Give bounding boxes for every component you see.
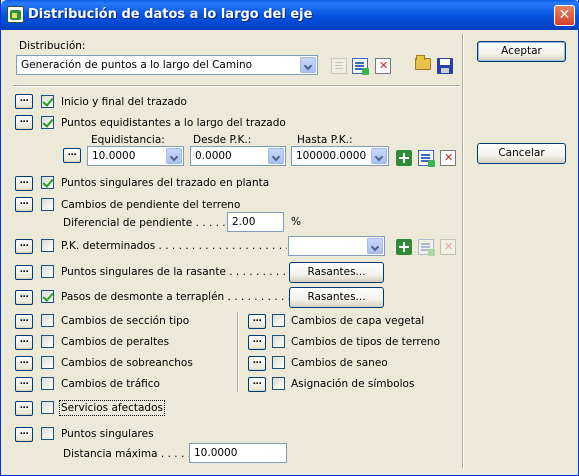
cambios-peraltes-label: Cambios de peraltes xyxy=(61,336,170,348)
open-folder-icon[interactable] xyxy=(415,55,431,70)
equidistancia-select[interactable]: 10.0000 xyxy=(87,146,184,166)
desmonte-terraplen-details-button[interactable]: ... xyxy=(15,290,33,305)
add-pk-icon[interactable] xyxy=(396,239,412,255)
save-icon[interactable] xyxy=(437,58,453,74)
cambios-pendiente-checkbox[interactable] xyxy=(41,198,54,211)
new-distribution-icon[interactable] xyxy=(331,58,347,74)
equidistancia-label: Equidistancia: xyxy=(91,134,165,146)
hasta-pk-label: Hasta P.K.: xyxy=(297,134,353,146)
cambios-pendiente-label: Cambios de pendiente del terreno xyxy=(61,199,241,211)
add-pk-range-icon[interactable] xyxy=(396,150,412,166)
delete-distribution-icon[interactable] xyxy=(375,58,391,74)
horizontal-divider xyxy=(13,85,460,87)
cambios-capa-vegetal-checkbox[interactable] xyxy=(272,314,285,327)
window-title: Distribución de datos a lo largo del eje xyxy=(28,7,313,22)
vertical-divider xyxy=(462,34,464,468)
cambios-sobreanchos-details-button[interactable]: ... xyxy=(15,356,33,371)
edit-pk-range-icon[interactable] xyxy=(418,150,435,167)
desde-pk-value: 0.0000 xyxy=(195,150,232,162)
column-divider xyxy=(237,312,239,392)
asignacion-simbolos-checkbox[interactable] xyxy=(272,377,285,390)
chevron-down-icon[interactable] xyxy=(300,57,316,73)
distribucion-selected-value: Generación de puntos a lo largo del Cami… xyxy=(21,59,253,71)
pk-determinados-label: P.K. determinados . . . . . . . . . . . … xyxy=(61,240,287,252)
puntos-singulares-details-button[interactable]: ... xyxy=(15,427,33,442)
singulares-planta-label: Puntos singulares del trazado en planta xyxy=(61,177,270,189)
aceptar-button[interactable]: Aceptar xyxy=(477,41,566,62)
rasantes-button-2[interactable]: Rasantes... xyxy=(289,287,384,308)
distribucion-select[interactable]: Generación de puntos a lo largo del Cami… xyxy=(16,55,318,75)
pk-determinados-checkbox[interactable] xyxy=(41,239,54,252)
inicio-final-label: Inicio y final del trazado xyxy=(61,96,187,108)
singulares-rasante-checkbox[interactable] xyxy=(41,265,54,278)
cambios-capa-vegetal-details-button[interactable]: ... xyxy=(248,314,266,329)
distribucion-label: Distribución: xyxy=(19,40,85,52)
app-icon xyxy=(7,6,24,23)
delete-pk-range-icon[interactable] xyxy=(440,150,456,166)
singulares-rasante-label: Puntos singulares de la rasante . . . . … xyxy=(61,266,293,278)
percent-unit: % xyxy=(291,216,301,228)
chevron-down-icon[interactable] xyxy=(371,148,387,164)
equidistantes-label: Puntos equidistantes a lo largo del traz… xyxy=(61,117,286,129)
cambios-trafico-checkbox[interactable] xyxy=(41,377,54,390)
dialog-window: Distribución de datos a lo largo del eje… xyxy=(0,0,579,476)
desde-pk-label: Desde P.K.: xyxy=(193,134,252,146)
cambios-seccion-checkbox[interactable] xyxy=(41,314,54,327)
chevron-down-icon[interactable] xyxy=(367,238,383,254)
cambios-trafico-label: Cambios de tráfico xyxy=(61,378,160,390)
chevron-down-icon[interactable] xyxy=(166,148,182,164)
equidistancia-details-button[interactable]: ... xyxy=(63,148,81,163)
cambios-saneo-checkbox[interactable] xyxy=(272,356,285,369)
close-button[interactable]: ✕ xyxy=(554,5,575,26)
cambios-peraltes-checkbox[interactable] xyxy=(41,335,54,348)
inicio-final-checkbox[interactable] xyxy=(41,95,54,108)
distancia-maxima-input[interactable]: 10.0000 xyxy=(189,443,287,463)
singulares-planta-checkbox[interactable] xyxy=(41,176,54,189)
servicios-afectados-details-button[interactable]: ... xyxy=(15,401,33,416)
equidistantes-checkbox[interactable] xyxy=(41,116,54,129)
equidistancia-value: 10.0000 xyxy=(92,150,136,162)
puntos-singulares-label: Puntos singulares xyxy=(61,428,154,440)
cambios-sobreanchos-checkbox[interactable] xyxy=(41,356,54,369)
cambios-seccion-label: Cambios de sección tipo xyxy=(61,315,190,327)
puntos-singulares-checkbox[interactable] xyxy=(41,427,54,440)
cambios-pendiente-details-button[interactable]: ... xyxy=(15,197,33,212)
equidistantes-details-button[interactable]: ... xyxy=(15,115,33,130)
cambios-seccion-details-button[interactable]: ... xyxy=(15,314,33,329)
cancelar-button[interactable]: Cancelar xyxy=(477,143,566,164)
cambios-trafico-details-button[interactable]: ... xyxy=(15,377,33,392)
chevron-down-icon[interactable] xyxy=(268,148,284,164)
delete-pk-icon[interactable] xyxy=(440,239,456,255)
diferencial-pendiente-input[interactable]: 2.00 xyxy=(227,212,284,232)
pk-determinados-select[interactable] xyxy=(288,236,385,256)
inicio-final-details-button[interactable]: ... xyxy=(15,94,33,109)
rasantes-button-1[interactable]: Rasantes... xyxy=(289,262,384,283)
diferencial-pendiente-label: Diferencial de pendiente . . . . . . xyxy=(63,217,233,229)
hasta-pk-value: 100000.0000 xyxy=(296,150,367,162)
edit-distribution-icon[interactable] xyxy=(352,58,369,75)
asignacion-simbolos-details-button[interactable]: ... xyxy=(248,377,266,392)
hasta-pk-select[interactable]: 100000.0000 xyxy=(291,146,389,166)
singulares-rasante-details-button[interactable]: ... xyxy=(15,265,33,280)
pk-determinados-details-button[interactable]: ... xyxy=(15,239,33,254)
desmonte-terraplen-checkbox[interactable] xyxy=(41,290,54,303)
edit-pk-icon[interactable] xyxy=(418,239,435,256)
cambios-tipos-terreno-label: Cambios de tipos de terreno xyxy=(291,336,440,348)
cambios-tipos-terreno-checkbox[interactable] xyxy=(272,335,285,348)
desde-pk-select[interactable]: 0.0000 xyxy=(190,146,286,166)
cambios-saneo-details-button[interactable]: ... xyxy=(248,356,266,371)
servicios-afectados-label: Servicios afectados xyxy=(59,400,165,416)
servicios-afectados-checkbox[interactable] xyxy=(41,401,54,414)
singulares-planta-details-button[interactable]: ... xyxy=(15,176,33,191)
cambios-peraltes-details-button[interactable]: ... xyxy=(15,335,33,350)
cambios-saneo-label: Cambios de saneo xyxy=(291,357,388,369)
cambios-tipos-terreno-details-button[interactable]: ... xyxy=(248,335,266,350)
distribucion-label-text: Distribución: xyxy=(19,40,86,52)
title-bar[interactable]: Distribución de datos a lo largo del eje… xyxy=(1,0,579,30)
desmonte-terraplen-label: Pasos de desmonte a terraplén . . . . . … xyxy=(61,291,291,303)
distancia-maxima-label: Distancia máxima . . . . . xyxy=(63,448,191,460)
cambios-capa-vegetal-label: Cambios de capa vegetal xyxy=(291,315,425,327)
cambios-sobreanchos-label: Cambios de sobreanchos xyxy=(61,357,193,369)
asignacion-simbolos-label: Asignación de símbolos xyxy=(291,378,415,390)
